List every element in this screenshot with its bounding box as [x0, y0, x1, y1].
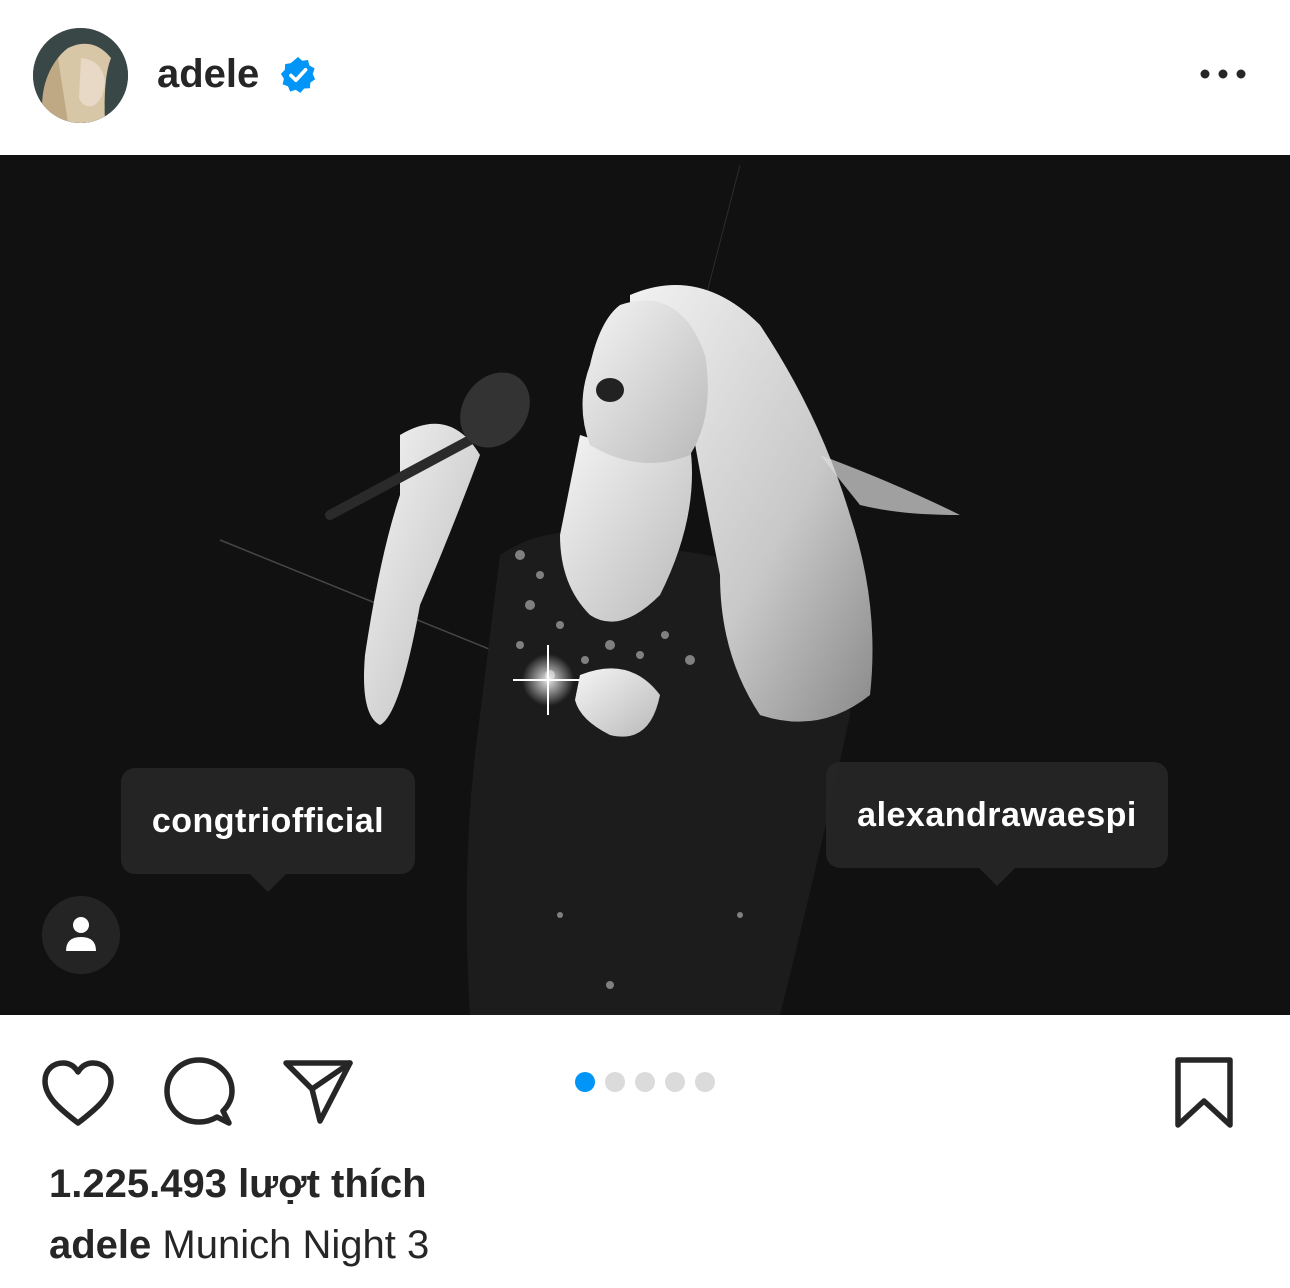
verified-badge-icon	[279, 56, 317, 94]
carousel-dot-3	[635, 1072, 655, 1092]
carousel-dot-5	[695, 1072, 715, 1092]
photo-tag-alexandrawaespi[interactable]: alexandrawaespi	[826, 762, 1168, 886]
person-icon	[66, 917, 96, 951]
caption-text: Munich Night 3	[162, 1223, 430, 1267]
post-header: adele	[0, 0, 1290, 155]
post-username[interactable]: adele	[157, 50, 259, 98]
caption-username[interactable]: adele	[49, 1223, 151, 1267]
profile-avatar[interactable]	[33, 28, 128, 123]
avatar-image	[33, 28, 128, 123]
concert-photo-image	[0, 155, 1290, 1015]
post-caption: adele Munich Night 3	[49, 1221, 429, 1269]
comment-icon[interactable]	[163, 1055, 235, 1129]
photo-tag-congtriofficial[interactable]: congtriofficial	[121, 768, 415, 892]
post-actions-bar	[0, 1015, 1290, 1145]
carousel-dot-1	[575, 1072, 595, 1092]
tagged-people-button[interactable]	[42, 896, 120, 974]
carousel-indicator	[575, 1072, 715, 1092]
likes-count[interactable]: 1.225.493 lượt thích	[49, 1160, 427, 1208]
bookmark-icon[interactable]	[1172, 1055, 1236, 1131]
paper-plane-icon[interactable]	[282, 1055, 354, 1125]
heart-icon[interactable]	[40, 1059, 116, 1129]
carousel-dot-4	[665, 1072, 685, 1092]
more-options-icon[interactable]	[1195, 60, 1251, 88]
carousel-dot-2	[605, 1072, 625, 1092]
post-photo[interactable]: congtriofficial alexandrawaespi	[0, 155, 1290, 1015]
